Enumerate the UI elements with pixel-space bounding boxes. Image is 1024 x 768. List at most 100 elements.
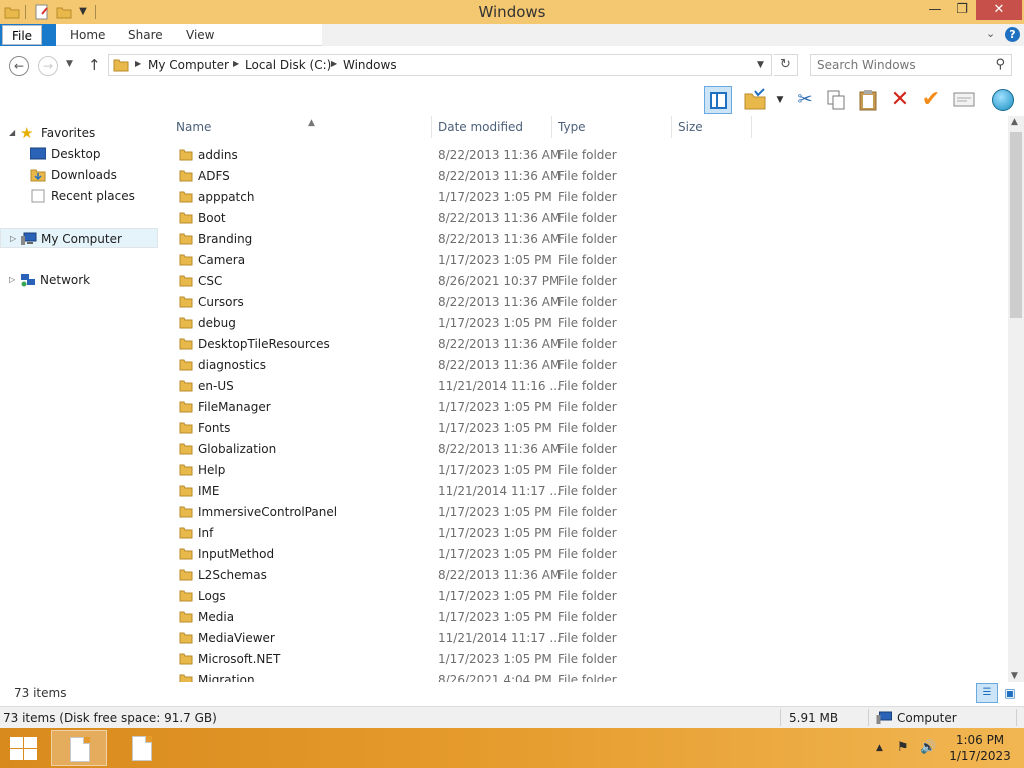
status-divider: [1016, 709, 1017, 726]
expand-ribbon-icon[interactable]: ⌄: [986, 27, 995, 40]
table-row[interactable]: InputMethod 1/17/2023 1:05 PM File folder: [172, 544, 762, 565]
show-hidden-icons-icon[interactable]: ▲: [876, 743, 883, 753]
address-bar[interactable]: ▶ My Computer ▶ Local Disk (C:) ▶ Window…: [108, 54, 772, 76]
column-header-date[interactable]: Date modified: [434, 116, 552, 138]
table-row[interactable]: FileManager 1/17/2023 1:05 PM File folder: [172, 397, 762, 418]
table-row[interactable]: Camera 1/17/2023 1:05 PM File folder: [172, 250, 762, 271]
scroll-up-icon[interactable]: ▲: [1011, 117, 1018, 127]
file-name: addins: [198, 148, 238, 162]
table-row[interactable]: debug 1/17/2023 1:05 PM File folder: [172, 313, 762, 334]
table-row[interactable]: MediaViewer 11/21/2014 11:17 ... File fold…: [172, 628, 762, 649]
tab-share[interactable]: Share: [128, 24, 163, 46]
nav-desktop[interactable]: Desktop: [0, 144, 158, 164]
tab-home[interactable]: Home: [70, 24, 105, 46]
breadcrumb-separator-icon[interactable]: ▶: [233, 59, 239, 68]
checkmark-icon[interactable]: ✔: [917, 86, 945, 114]
table-row[interactable]: en-US 11/21/2014 11:16 ... File folder: [172, 376, 762, 397]
minimize-button[interactable]: —: [921, 0, 949, 20]
address-history-icon[interactable]: ▼: [757, 60, 764, 70]
column-header-size[interactable]: Size: [674, 116, 752, 138]
clipboard-icon[interactable]: [854, 86, 882, 114]
folder-icon: [179, 632, 193, 644]
nav-recent-places[interactable]: Recent places: [0, 186, 158, 206]
preview-pane-icon[interactable]: [704, 86, 732, 114]
refresh-icon[interactable]: ↻: [774, 54, 798, 76]
folder-icon: [179, 527, 193, 539]
copy-icon[interactable]: [822, 86, 850, 114]
search-input[interactable]: [817, 57, 987, 73]
collapse-icon[interactable]: ◢: [9, 123, 15, 143]
folder-options-dropdown-icon[interactable]: ▼: [773, 86, 787, 114]
table-row[interactable]: Microsoft.NET 1/17/2023 1:05 PM File folde…: [172, 649, 762, 670]
scrollbar-thumb[interactable]: [1010, 132, 1022, 318]
column-header-type[interactable]: Type: [554, 116, 672, 138]
clock-time[interactable]: 1:06 PM: [940, 733, 1020, 747]
breadcrumb-my-computer[interactable]: My Computer: [148, 58, 229, 72]
breadcrumb-local-disk[interactable]: Local Disk (C:): [245, 58, 331, 72]
breadcrumb-separator-icon[interactable]: ▶: [331, 59, 337, 68]
nav-favorites[interactable]: ◢ ★ Favorites: [0, 123, 158, 143]
table-row[interactable]: addins 8/22/2013 11:36 AM File folder: [172, 145, 762, 166]
tab-file-label[interactable]: File: [2, 25, 42, 45]
table-row[interactable]: Branding 8/22/2013 11:36 AM File folder: [172, 229, 762, 250]
recent-locations-icon[interactable]: ▼: [66, 59, 73, 69]
start-button[interactable]: [8, 736, 38, 762]
scroll-down-icon[interactable]: ▼: [1011, 671, 1018, 681]
table-row[interactable]: ADFS 8/22/2013 11:36 AM File folder: [172, 166, 762, 187]
table-row[interactable]: Inf 1/17/2023 1:05 PM File folder: [172, 523, 762, 544]
nav-downloads[interactable]: Downloads: [0, 165, 158, 185]
table-row[interactable]: Media 1/17/2023 1:05 PM File folder: [172, 607, 762, 628]
up-arrow-icon[interactable]: ↑: [88, 56, 101, 74]
breadcrumb-windows[interactable]: Windows: [343, 58, 397, 72]
file-type: File folder: [558, 211, 617, 225]
red-x-icon[interactable]: ✕: [886, 86, 914, 114]
file-date-modified: 1/17/2023 1:05 PM: [438, 610, 552, 624]
back-arrow-icon[interactable]: ←: [9, 56, 29, 76]
table-row[interactable]: L2Schemas 8/22/2013 11:36 AM File folder: [172, 565, 762, 586]
table-row[interactable]: CSC 8/26/2021 10:37 PM File folder: [172, 271, 762, 292]
globe-icon[interactable]: [989, 86, 1017, 114]
folder-options-icon[interactable]: [741, 86, 769, 114]
table-row[interactable]: DesktopTileResources 8/22/2013 11:36 AM Fi…: [172, 334, 762, 355]
column-header-name[interactable]: Name ▲: [172, 116, 432, 138]
nav-network[interactable]: ▷ Network: [0, 270, 158, 290]
vertical-scrollbar[interactable]: ▲ ▼: [1008, 116, 1024, 682]
forward-arrow-icon[interactable]: →: [38, 56, 58, 76]
table-row[interactable]: Help 1/17/2023 1:05 PM File folder: [172, 460, 762, 481]
file-date-modified: 11/21/2014 11:17 ...: [438, 484, 561, 498]
taskbar-app-document[interactable]: [114, 730, 170, 766]
expand-icon[interactable]: ▷: [9, 270, 15, 290]
maximize-button[interactable]: ❐: [948, 0, 976, 20]
table-row[interactable]: Boot 8/22/2013 11:36 AM File folder: [172, 208, 762, 229]
table-row[interactable]: ImmersiveControlPanel 1/17/2023 1:05 PM Fi…: [172, 502, 762, 523]
details-view-icon[interactable]: ☰: [976, 683, 998, 703]
folder-icon: [179, 338, 193, 350]
scissors-icon[interactable]: ✂: [791, 86, 819, 114]
table-row[interactable]: diagnostics 8/22/2013 11:36 AM File folder: [172, 355, 762, 376]
volume-icon[interactable]: 🔊: [920, 740, 936, 755]
properties-icon[interactable]: [950, 86, 978, 114]
folder-icon: [179, 674, 193, 682]
tab-file[interactable]: File: [0, 24, 56, 46]
large-icons-view-icon[interactable]: ▣: [1000, 683, 1020, 703]
tab-view[interactable]: View: [186, 24, 214, 46]
table-row[interactable]: Fonts 1/17/2023 1:05 PM File folder: [172, 418, 762, 439]
close-button[interactable]: ✕: [976, 0, 1022, 20]
table-row[interactable]: Globalization 8/22/2013 11:36 AM File fold…: [172, 439, 762, 460]
breadcrumb-separator-icon[interactable]: ▶: [135, 59, 141, 68]
search-icon[interactable]: ⚲: [995, 57, 1005, 72]
file-name: diagnostics: [198, 358, 267, 372]
action-center-icon[interactable]: ⚑: [897, 740, 909, 755]
table-row[interactable]: apppatch 1/17/2023 1:05 PM File folder: [172, 187, 762, 208]
expand-icon[interactable]: ▷: [10, 229, 16, 249]
table-row[interactable]: Logs 1/17/2023 1:05 PM File folder: [172, 586, 762, 607]
taskbar-app-explorer[interactable]: [51, 730, 107, 766]
table-row[interactable]: Cursors 8/22/2013 11:36 AM File folder: [172, 292, 762, 313]
help-icon[interactable]: ?: [1005, 27, 1020, 42]
table-row[interactable]: IME 11/21/2014 11:17 ... File folder: [172, 481, 762, 502]
clock-date[interactable]: 1/17/2023: [940, 749, 1020, 763]
nav-my-computer[interactable]: ▷ My Computer: [0, 228, 158, 248]
search-box[interactable]: ⚲: [810, 54, 1012, 76]
folder-icon: [179, 653, 193, 665]
table-row[interactable]: Migration 8/26/2021 4:04 PM File folder: [172, 670, 762, 682]
